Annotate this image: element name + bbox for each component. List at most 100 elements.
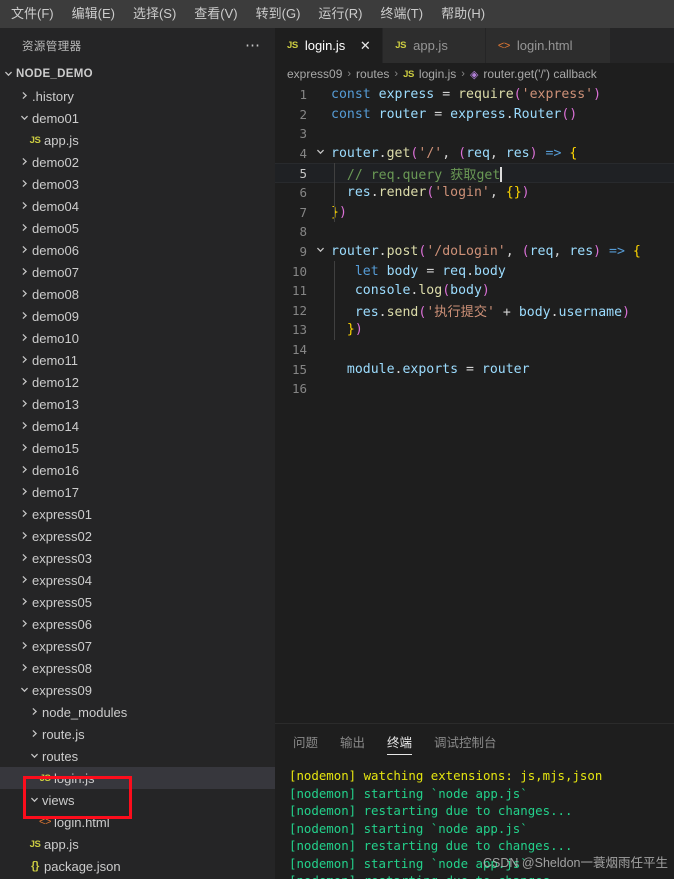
code-line-8[interactable]: 8 [275, 222, 674, 242]
chevron-right-icon [16, 311, 32, 322]
tree-item-demo04[interactable]: demo04 [0, 195, 275, 217]
indent-guide [334, 261, 335, 340]
tree-item-demo12[interactable]: demo12 [0, 371, 275, 393]
editor-tab-login-html[interactable]: <>login.html✕ [485, 28, 611, 63]
code-line-4[interactable]: 4 router.get('/', (req, res) => { [275, 144, 674, 164]
tree-item-demo14[interactable]: demo14 [0, 415, 275, 437]
tree-item-demo03[interactable]: demo03 [0, 173, 275, 195]
editor-tab-login-js[interactable]: JS login.js ✕ [275, 28, 384, 63]
chevron-right-icon [16, 443, 32, 454]
tree-item-demo05[interactable]: demo05 [0, 217, 275, 239]
tree-item-demo01[interactable]: demo01 [0, 107, 275, 129]
tree-item-label: demo09 [32, 308, 79, 324]
tree-item-demo02[interactable]: demo02 [0, 151, 275, 173]
js-file-icon: JS [395, 40, 407, 51]
breadcrumb-separator-icon: › [347, 68, 352, 80]
tree-item-demo09[interactable]: demo09 [0, 305, 275, 327]
menu-item-1[interactable]: 文件(F) [2, 3, 63, 25]
tree-item-login-html[interactable]: <> login.html [0, 811, 275, 833]
breadcrumb-folder-routes[interactable]: routes [356, 67, 389, 81]
tree-item-label: package.json [44, 858, 121, 874]
menu-item-4[interactable]: 查看(V) [185, 3, 246, 25]
tree-item-label: demo06 [32, 242, 79, 258]
file-tree: NODE_DEMO .history demo01 JS app.js demo02 dem… [0, 63, 275, 877]
tree-item-label: login.js [54, 770, 95, 786]
tree-item-app-js[interactable]: JS app.js [0, 833, 275, 855]
tree-item-express03[interactable]: express03 [0, 547, 275, 569]
tree-item-demo07[interactable]: demo07 [0, 261, 275, 283]
code-editor[interactable]: 1 const express = require('express') 2 cons… [275, 85, 674, 745]
explorer-header: 资源管理器 ⋯ [0, 28, 275, 63]
menu-item-8[interactable]: 帮助(H) [432, 3, 494, 25]
json-file-icon: {} [31, 860, 39, 872]
tree-item-package-json[interactable]: {} package.json [0, 855, 275, 877]
menu-item-7[interactable]: 终端(T) [371, 3, 432, 25]
menu-item-6[interactable]: 运行(R) [309, 3, 371, 25]
chevron-right-icon [16, 201, 32, 212]
tree-item-label: route.js [42, 726, 85, 742]
tree-item-express07[interactable]: express07 [0, 635, 275, 657]
editor-tab-label: login.js [304, 38, 346, 53]
terminal-output[interactable]: [nodemon] watching extensions: js,mjs,js… [275, 759, 674, 879]
tree-item-login-js[interactable]: JS login.js [0, 767, 275, 789]
tree-item-views[interactable]: views [0, 789, 275, 811]
tree-item-label: express05 [32, 594, 92, 610]
tree-item-express01[interactable]: express01 [0, 503, 275, 525]
chevron-down-icon [16, 113, 32, 124]
tree-root-node_demo[interactable]: NODE_DEMO [0, 63, 275, 85]
tree-item-demo15[interactable]: demo15 [0, 437, 275, 459]
editor-tab-app-js[interactable]: JSapp.js✕ [383, 28, 486, 63]
tree-item-demo17[interactable]: demo17 [0, 481, 275, 503]
tree-item-demo10[interactable]: demo10 [0, 327, 275, 349]
tree-item-express02[interactable]: express02 [0, 525, 275, 547]
chevron-right-icon [16, 91, 32, 102]
tree-item-routes[interactable]: routes [0, 745, 275, 767]
panel-tab-1[interactable]: 问题 [293, 724, 318, 759]
fold-chevron-down-icon[interactable] [313, 245, 327, 257]
tree-item-demo11[interactable]: demo11 [0, 349, 275, 371]
code-line-16[interactable]: 16 [275, 379, 674, 399]
code-text: let body = req.body [354, 263, 506, 279]
breadcrumb-file-loginjs[interactable]: login.js [419, 67, 456, 81]
code-line-14[interactable]: 14 [275, 340, 674, 360]
tree-item-express05[interactable]: express05 [0, 591, 275, 613]
tree-item-demo08[interactable]: demo08 [0, 283, 275, 305]
code-line-9[interactable]: 9 router.post('/doLogin', (req, res) => { [275, 242, 674, 262]
tree-item-express06[interactable]: express06 [0, 613, 275, 635]
code-line-2[interactable]: 2 const router = express.Router() [275, 105, 674, 125]
more-actions-icon[interactable]: ⋯ [245, 38, 261, 53]
close-icon[interactable]: ✕ [358, 38, 372, 54]
tree-item-demo06[interactable]: demo06 [0, 239, 275, 261]
code-line-3[interactable]: 3 [275, 124, 674, 144]
chevron-right-icon [16, 377, 32, 388]
line-number: 5 [299, 165, 307, 181]
menu-item-2[interactable]: 编辑(E) [63, 3, 124, 25]
explorer-sidebar: 资源管理器 ⋯ NODE_DEMO .history demo01 JS app.js d… [0, 28, 275, 879]
breadcrumb-folder-express09[interactable]: express09 [287, 67, 342, 81]
tree-item-app-js[interactable]: JS app.js [0, 129, 275, 151]
breadcrumb-symbol[interactable]: router.get('/') callback [483, 67, 596, 81]
tree-item-route-js[interactable]: route.js [0, 723, 275, 745]
tree-item-demo13[interactable]: demo13 [0, 393, 275, 415]
tree-item-express04[interactable]: express04 [0, 569, 275, 591]
tree-item-label: express08 [32, 660, 92, 676]
tree-item-express08[interactable]: express08 [0, 657, 275, 679]
menu-item-5[interactable]: 转到(G) [247, 3, 310, 25]
menu-bar: 文件(F) 编辑(E) 选择(S) 查看(V) 转到(G) 运行(R) 终端(T) 帮助(H) [0, 0, 674, 28]
fold-chevron-down-icon[interactable] [313, 147, 327, 159]
chevron-down-icon [26, 751, 42, 762]
panel-tab-4[interactable]: 调试控制台 [434, 724, 497, 759]
tree-item-demo16[interactable]: demo16 [0, 459, 275, 481]
tree-item--history[interactable]: .history [0, 85, 275, 107]
chevron-right-icon [16, 487, 32, 498]
terminal-line-2: [nodemon] starting `node app.js` [289, 785, 528, 801]
panel-tab-3[interactable]: 终端 [387, 724, 413, 759]
line-number: 12 [291, 302, 307, 318]
code-line-15[interactable]: 15 module.exports = router [275, 359, 674, 379]
menu-item-3[interactable]: 选择(S) [124, 3, 185, 25]
panel-tab-2[interactable]: 输出 [340, 724, 365, 759]
tree-item-node-modules[interactable]: node_modules [0, 701, 275, 723]
tree-item-express09[interactable]: express09 [0, 679, 275, 701]
code-line-1[interactable]: 1 const express = require('express') [275, 85, 674, 105]
tree-item-label: demo07 [32, 264, 79, 280]
